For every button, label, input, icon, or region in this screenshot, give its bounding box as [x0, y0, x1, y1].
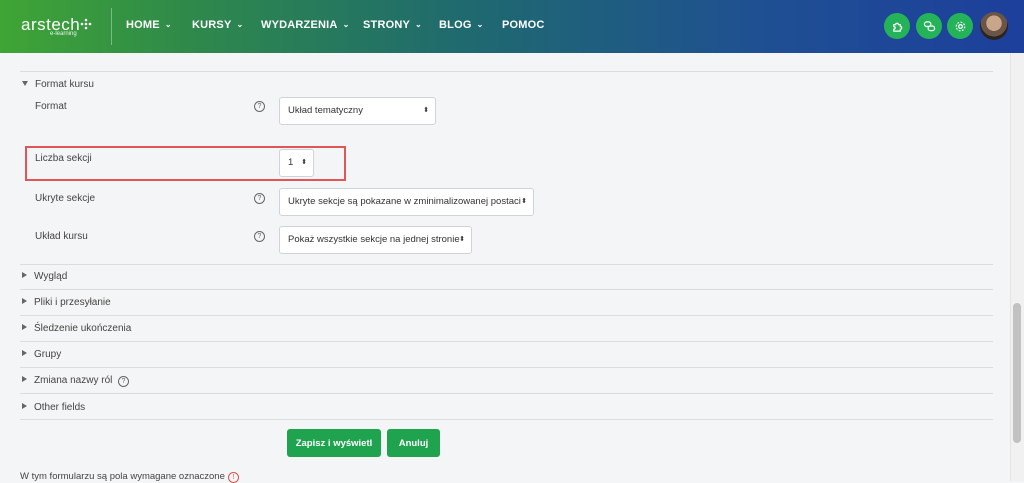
required-fields-note: W tym formularzu są pola wymagane oznacz…	[20, 471, 239, 483]
chat-button[interactable]	[916, 13, 942, 39]
select-arrows-icon: ⬍	[521, 198, 527, 205]
caret-down-icon	[22, 81, 28, 86]
divider	[20, 289, 993, 290]
layout-select-value: Pokaż wszystkie sekcje na jednej stronie	[288, 234, 460, 245]
settings-button[interactable]	[947, 13, 973, 39]
section-zmiana-nazwy-rol[interactable]: Zmiana nazwy ról	[22, 375, 112, 386]
section-title: Wygląd	[34, 271, 68, 282]
caret-right-icon	[22, 403, 27, 409]
nav-item-home[interactable]: HOME ⌄	[126, 19, 172, 31]
chevron-down-icon: ⌄	[342, 20, 350, 29]
puzzle-icon	[892, 22, 902, 32]
chevron-down-icon: ⌄	[476, 20, 484, 29]
site-logo-subtitle: e-learning	[50, 31, 77, 37]
caret-right-icon	[22, 350, 27, 356]
chat-icon	[923, 20, 935, 31]
divider	[20, 367, 993, 368]
chevron-down-icon: ⌄	[415, 20, 422, 29]
logo-mark-icon	[80, 18, 92, 30]
caret-right-icon	[22, 298, 27, 304]
nav-item-blog[interactable]: BLOG ⌄	[439, 19, 483, 31]
nav-item-pomoc[interactable]: POMOC	[502, 19, 545, 31]
section-title: Other fields	[34, 402, 86, 413]
section-wyglad[interactable]: Wygląd	[22, 271, 67, 282]
divider	[20, 71, 993, 72]
select-arrows-icon: ⬍	[423, 107, 429, 114]
puzzle-button[interactable]	[884, 13, 910, 39]
section-title: Format kursu	[35, 79, 94, 90]
divider	[20, 341, 993, 342]
format-label: Format	[35, 101, 67, 112]
help-icon[interactable]: ?	[254, 101, 265, 112]
section-title: Zmiana nazwy ról	[34, 375, 113, 386]
hidden-sections-label: Ukryte sekcje	[35, 193, 96, 204]
main-content	[0, 53, 1010, 481]
sections-label: Liczba sekcji	[35, 153, 92, 164]
user-avatar[interactable]	[980, 12, 1008, 40]
select-arrows-icon: ⬍	[301, 159, 307, 166]
nav-item-label: BLOG	[439, 19, 472, 31]
nav-divider	[111, 8, 112, 45]
section-title: Pliki i przesyłanie	[34, 297, 111, 308]
format-select-value: Układ tematyczny	[288, 105, 363, 116]
help-icon[interactable]: ?	[118, 376, 129, 387]
scrollbar-thumb[interactable]	[1013, 303, 1021, 443]
nav-item-label: KURSY	[192, 19, 232, 31]
layout-label: Układ kursu	[35, 231, 88, 242]
hidden-sections-select[interactable]: Ukryte sekcje są pokazane w zminimalizow…	[279, 188, 534, 216]
nav-item-label: WYDARZENIA	[261, 19, 338, 31]
layout-select[interactable]: Pokaż wszystkie sekcje na jednej stronie…	[279, 226, 472, 254]
divider	[20, 315, 993, 316]
section-title: Śledzenie ukończenia	[34, 323, 132, 334]
section-other-fields[interactable]: Other fields	[22, 402, 85, 413]
nav-item-strony[interactable]: STRONY ⌄	[363, 19, 422, 31]
nav-item-label: POMOC	[502, 19, 545, 31]
caret-right-icon	[22, 376, 27, 382]
top-navbar: arstech e-learning HOME ⌄ KURSY ⌄ WYDARZEN…	[0, 0, 1024, 53]
required-fields-text: W tym formularzu są pola wymagane oznacz…	[20, 471, 225, 482]
sections-select-value: 1	[288, 157, 294, 168]
gear-icon	[955, 21, 965, 31]
divider	[20, 393, 993, 394]
format-select[interactable]: Układ tematyczny ⬍	[279, 97, 436, 125]
divider	[20, 419, 993, 420]
section-format-kursu[interactable]: Format kursu	[22, 79, 94, 90]
help-icon[interactable]: ?	[254, 193, 265, 204]
section-pliki[interactable]: Pliki i przesyłanie	[22, 297, 111, 308]
save-and-display-button[interactable]: Zapisz i wyświetl	[287, 429, 381, 457]
chevron-down-icon: ⌄	[164, 20, 172, 29]
help-icon[interactable]: ?	[254, 231, 265, 242]
caret-right-icon	[22, 272, 27, 278]
cancel-button[interactable]: Anuluj	[387, 429, 440, 457]
divider	[20, 264, 993, 265]
hidden-sections-select-value: Ukryte sekcje są pokazane w zminimalizow…	[288, 196, 521, 207]
required-icon: !	[227, 472, 239, 483]
section-sledzenie[interactable]: Śledzenie ukończenia	[22, 323, 131, 334]
nav-item-kursy[interactable]: KURSY ⌄	[192, 19, 243, 31]
caret-right-icon	[22, 324, 27, 330]
nav-item-label: STRONY	[363, 19, 411, 31]
select-arrows-icon: ⬍	[459, 236, 465, 243]
nav-item-label: HOME	[126, 19, 160, 31]
sections-select[interactable]: 1 ⬍	[279, 149, 314, 177]
nav-item-wydarzenia[interactable]: WYDARZENIA ⌄	[261, 19, 349, 31]
chevron-down-icon: ⌄	[236, 20, 244, 29]
section-title: Grupy	[34, 349, 62, 360]
section-grupy[interactable]: Grupy	[22, 349, 61, 360]
